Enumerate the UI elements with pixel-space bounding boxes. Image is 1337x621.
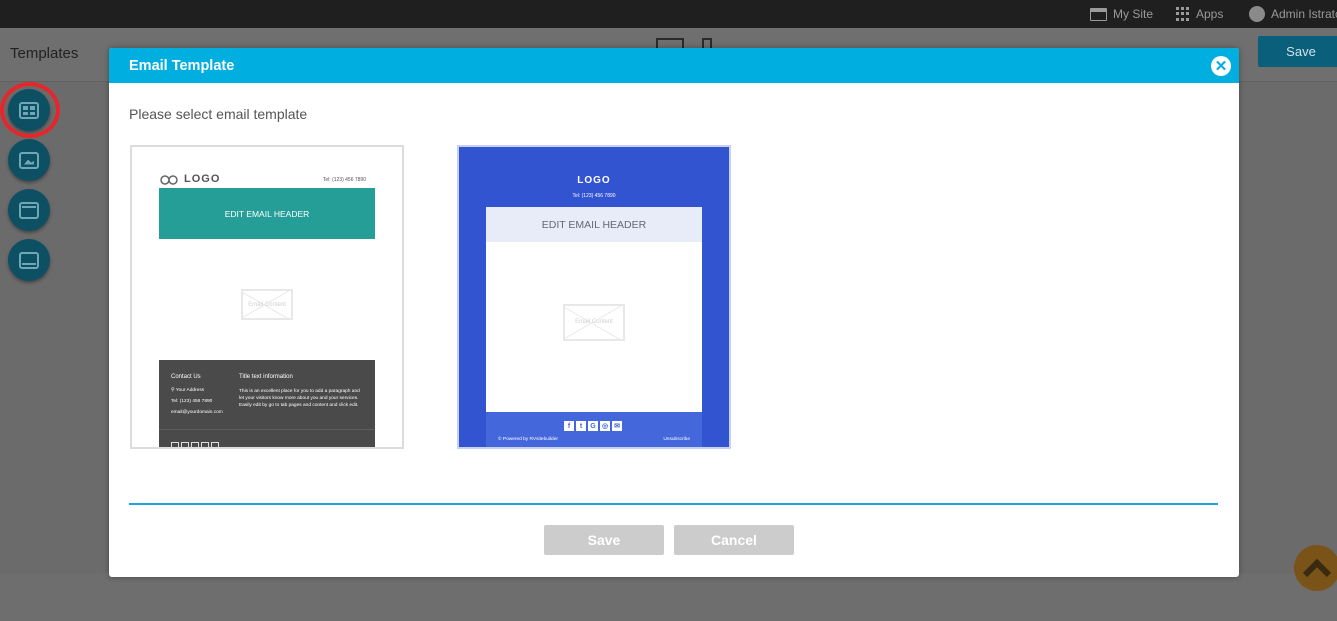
footer-social-icons bbox=[171, 442, 219, 447]
template-logo: LOGO bbox=[577, 175, 611, 186]
content-placeholder: Email Content bbox=[575, 319, 613, 326]
my-site-link[interactable]: My Site bbox=[1090, 5, 1153, 23]
instagram-icon bbox=[201, 442, 209, 447]
email-template-dialog: Email Template ✕ Please select email tem… bbox=[109, 48, 1239, 577]
top-bar: My Site Apps Admin Istrator bbox=[0, 0, 1337, 28]
template-header-text: EDIT EMAIL HEADER bbox=[224, 208, 310, 219]
panel-title: Templates bbox=[10, 45, 79, 62]
footer-paragraph: This is an excellent place for you to ad… bbox=[239, 389, 360, 408]
template-footer: f t G ◎ ✉ © Powered by RVsitebuilder Unsubsc… bbox=[486, 412, 702, 447]
header-section-button[interactable] bbox=[8, 189, 50, 231]
dialog-divider bbox=[129, 503, 1218, 505]
dialog-prompt: Please select email template bbox=[129, 106, 308, 122]
apps-label: Apps bbox=[1196, 7, 1224, 21]
my-site-label: My Site bbox=[1113, 7, 1154, 21]
images-button[interactable] bbox=[8, 139, 50, 181]
facebook-icon: f bbox=[564, 421, 574, 431]
footer-address: ⚲ Your Address bbox=[171, 388, 205, 393]
instagram-icon: ◎ bbox=[600, 421, 610, 431]
template-header: EDIT EMAIL HEADER bbox=[159, 188, 375, 239]
template-tel: Tel: (123) 456 7890 bbox=[322, 177, 366, 183]
save-button[interactable]: Save bbox=[544, 525, 664, 555]
browser-window-icon bbox=[1090, 7, 1107, 21]
logo-mark-icon bbox=[160, 175, 178, 185]
footer-layout-icon bbox=[19, 251, 39, 269]
apps-grid-icon bbox=[1176, 7, 1190, 21]
apps-menu[interactable]: Apps bbox=[1176, 5, 1223, 23]
footer-unsubscribe: Unsubscribe bbox=[663, 437, 690, 442]
template-logo: LOGO bbox=[184, 173, 221, 185]
envelope-icon: Email Content bbox=[563, 304, 625, 341]
template-body: EDIT EMAIL HEADER Email Content bbox=[486, 207, 702, 412]
dialog-header: Email Template ✕ bbox=[109, 48, 1239, 83]
footer-address-text: Your Address bbox=[175, 388, 205, 393]
template-header-text: EDIT EMAIL HEADER bbox=[541, 218, 647, 231]
highlight-ring bbox=[0, 82, 60, 138]
footer-title-heading: Title text information bbox=[239, 374, 293, 380]
template-tel: Tel: (123) 456 7890 bbox=[572, 193, 616, 199]
image-icon bbox=[19, 151, 39, 169]
footer-divider bbox=[159, 429, 375, 430]
twitter-icon: t bbox=[576, 421, 586, 431]
email-icon bbox=[211, 442, 219, 447]
scroll-to-top-button[interactable] bbox=[1294, 545, 1337, 591]
template-header: EDIT EMAIL HEADER bbox=[486, 207, 702, 242]
header-layout-icon bbox=[19, 201, 39, 219]
footer-section-button[interactable] bbox=[8, 239, 50, 281]
dialog-title: Email Template bbox=[129, 57, 235, 74]
user-name: Admin Istrator bbox=[1271, 7, 1337, 21]
chevron-up-icon bbox=[1302, 558, 1332, 578]
twitter-icon bbox=[181, 442, 189, 447]
envelope-icon: Email Content bbox=[241, 289, 293, 320]
footer-social-icons: f t G ◎ ✉ bbox=[564, 421, 622, 431]
template-option-2[interactable]: LOGO Tel: (123) 456 7890 EDIT EMAIL HEAD… bbox=[457, 145, 731, 449]
save-button-top[interactable]: Save bbox=[1258, 36, 1337, 67]
footer-powered: © Powered by RVsitebuilder bbox=[498, 437, 558, 442]
user-menu[interactable]: Admin Istrator bbox=[1249, 5, 1337, 23]
close-icon[interactable]: ✕ bbox=[1211, 56, 1231, 76]
template-option-1[interactable]: LOGO Tel: (123) 456 7890 EDIT EMAIL HEAD… bbox=[130, 145, 404, 449]
google-plus-icon: G bbox=[588, 421, 598, 431]
footer-tel: Tel: (123) 456 7890 bbox=[171, 399, 213, 404]
page-bottom-area bbox=[0, 573, 1337, 621]
facebook-icon bbox=[171, 442, 179, 447]
content-placeholder: Email Content bbox=[248, 301, 286, 308]
google-plus-icon bbox=[191, 442, 199, 447]
footer-contact-heading: Contact Us bbox=[171, 374, 201, 380]
footer-email: email@yourdomain.com bbox=[171, 410, 223, 415]
email-icon: ✉ bbox=[612, 421, 622, 431]
template-footer: Contact Us ⚲ Your Address Tel: (123) 456… bbox=[159, 360, 375, 447]
cancel-button[interactable]: Cancel bbox=[674, 525, 794, 555]
avatar-icon bbox=[1249, 6, 1265, 22]
